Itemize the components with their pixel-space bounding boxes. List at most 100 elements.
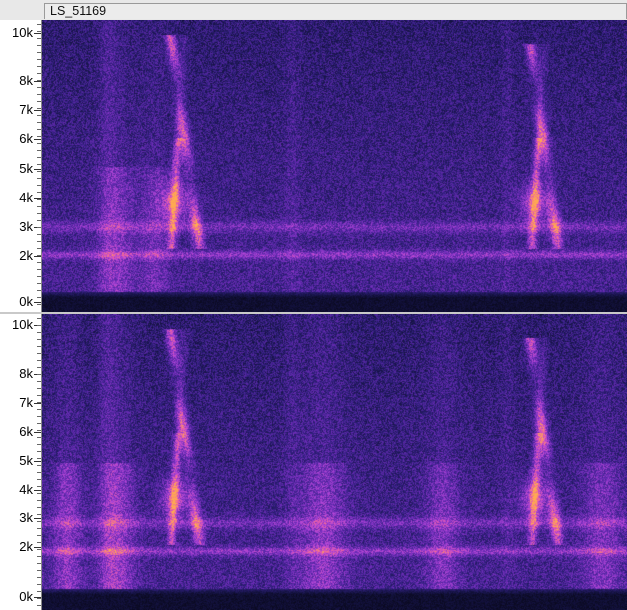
ruler-tick [34, 169, 41, 170]
spectrogram-bottom-channel[interactable] [42, 314, 627, 610]
tick-label: 7k [19, 102, 33, 117]
ruler-minor-tick [37, 80, 41, 81]
ruler-minor-tick [37, 514, 41, 515]
ruler-minor-tick [37, 346, 41, 347]
ruler-minor-tick [37, 269, 41, 270]
ruler-tick [34, 490, 41, 491]
ruler-minor-tick [37, 185, 41, 186]
ruler-minor-tick [37, 38, 41, 39]
ruler-minor-tick [37, 500, 41, 501]
ruler-minor-tick [37, 339, 41, 340]
ruler-minor-tick [37, 192, 41, 193]
ruler-minor-tick [37, 507, 41, 508]
ruler-minor-tick [37, 402, 41, 403]
ruler-minor-tick [37, 451, 41, 452]
ruler-minor-tick [37, 570, 41, 571]
ruler-minor-tick [37, 444, 41, 445]
ruler-minor-tick [37, 584, 41, 585]
ruler-minor-tick [37, 178, 41, 179]
ruler-minor-tick [37, 430, 41, 431]
ruler-minor-tick [37, 360, 41, 361]
ruler-minor-tick [37, 283, 41, 284]
ruler-minor-tick [37, 206, 41, 207]
track-name-tab[interactable]: LS_51169 [44, 3, 627, 19]
ruler-minor-tick [37, 290, 41, 291]
ruler-minor-tick [37, 437, 41, 438]
ruler-minor-tick [37, 381, 41, 382]
ruler-minor-tick [37, 234, 41, 235]
ruler-tick [34, 432, 41, 433]
frequency-ruler-top: 10k 8k 7k 6k 5k 4k 3k 2k 0k [0, 20, 42, 313]
tick-label: 8k [19, 73, 33, 88]
ruler-minor-tick [37, 423, 41, 424]
ruler-minor-tick [37, 255, 41, 256]
ruler-minor-tick [37, 325, 41, 326]
ruler-minor-tick [37, 129, 41, 130]
ruler-minor-tick [37, 143, 41, 144]
ruler-minor-tick [37, 66, 41, 67]
ruler-minor-tick [37, 220, 41, 221]
tick-label: 10k [12, 317, 33, 332]
ruler-minor-tick [37, 332, 41, 333]
ruler-minor-tick [37, 486, 41, 487]
ruler-minor-tick [37, 556, 41, 557]
ruler-minor-tick [37, 395, 41, 396]
ruler-minor-tick [37, 458, 41, 459]
ruler-minor-tick [37, 521, 41, 522]
tick-label: 5k [19, 453, 33, 468]
ruler-minor-tick [37, 549, 41, 550]
ruler-minor-tick [37, 150, 41, 151]
ruler-minor-tick [37, 164, 41, 165]
ruler-minor-tick [37, 374, 41, 375]
ruler-tick [34, 302, 41, 303]
audio-editor-window: LS_51169 10k 8k 7k 6k 5k 4k 3k 2k 0k 10k… [0, 0, 627, 610]
ruler-minor-tick [37, 59, 41, 60]
tick-label: 10k [12, 25, 33, 40]
ruler-minor-tick [37, 227, 41, 228]
ruler-tick [34, 518, 41, 519]
ruler-minor-tick [37, 367, 41, 368]
tick-label: 2k [19, 248, 33, 263]
ruler-minor-tick [37, 276, 41, 277]
ruler-minor-tick [37, 528, 41, 529]
tick-label: 6k [19, 131, 33, 146]
ruler-minor-tick [37, 248, 41, 249]
ruler-tick [34, 139, 41, 140]
ruler-minor-tick [37, 353, 41, 354]
ruler-minor-tick [37, 101, 41, 102]
ruler-minor-tick [37, 605, 41, 606]
ruler-tick [34, 33, 41, 34]
ruler-minor-tick [37, 31, 41, 32]
tick-label: 0k [19, 589, 33, 604]
ruler-minor-tick [37, 542, 41, 543]
ruler-tick [34, 256, 41, 257]
spectrogram-top-channel[interactable] [42, 20, 627, 313]
ruler-minor-tick [37, 24, 41, 25]
ruler-minor-tick [37, 388, 41, 389]
ruler-minor-tick [37, 598, 41, 599]
ruler-minor-tick [37, 94, 41, 95]
ruler-tick [34, 547, 41, 548]
ruler-minor-tick [37, 108, 41, 109]
tick-label: 3k [19, 510, 33, 525]
ruler-minor-tick [37, 465, 41, 466]
ruler-minor-tick [37, 577, 41, 578]
ruler-minor-tick [37, 416, 41, 417]
ruler-tick [34, 461, 41, 462]
ruler-minor-tick [37, 45, 41, 46]
tick-label: 4k [19, 190, 33, 205]
ruler-minor-tick [37, 199, 41, 200]
ruler-minor-tick [37, 472, 41, 473]
tick-label: 6k [19, 424, 33, 439]
frequency-ruler-bottom: 10k 8k 7k 6k 5k 4k 3k 2k 0k [0, 314, 42, 610]
ruler-minor-tick [37, 304, 41, 305]
ruler-minor-tick [37, 157, 41, 158]
tick-label: 0k [19, 294, 33, 309]
tick-label: 2k [19, 539, 33, 554]
tick-label: 8k [19, 366, 33, 381]
ruler-tick [34, 403, 41, 404]
ruler-minor-tick [37, 73, 41, 74]
ruler-minor-tick [37, 122, 41, 123]
tick-label: 7k [19, 395, 33, 410]
ruler-minor-tick [37, 241, 41, 242]
